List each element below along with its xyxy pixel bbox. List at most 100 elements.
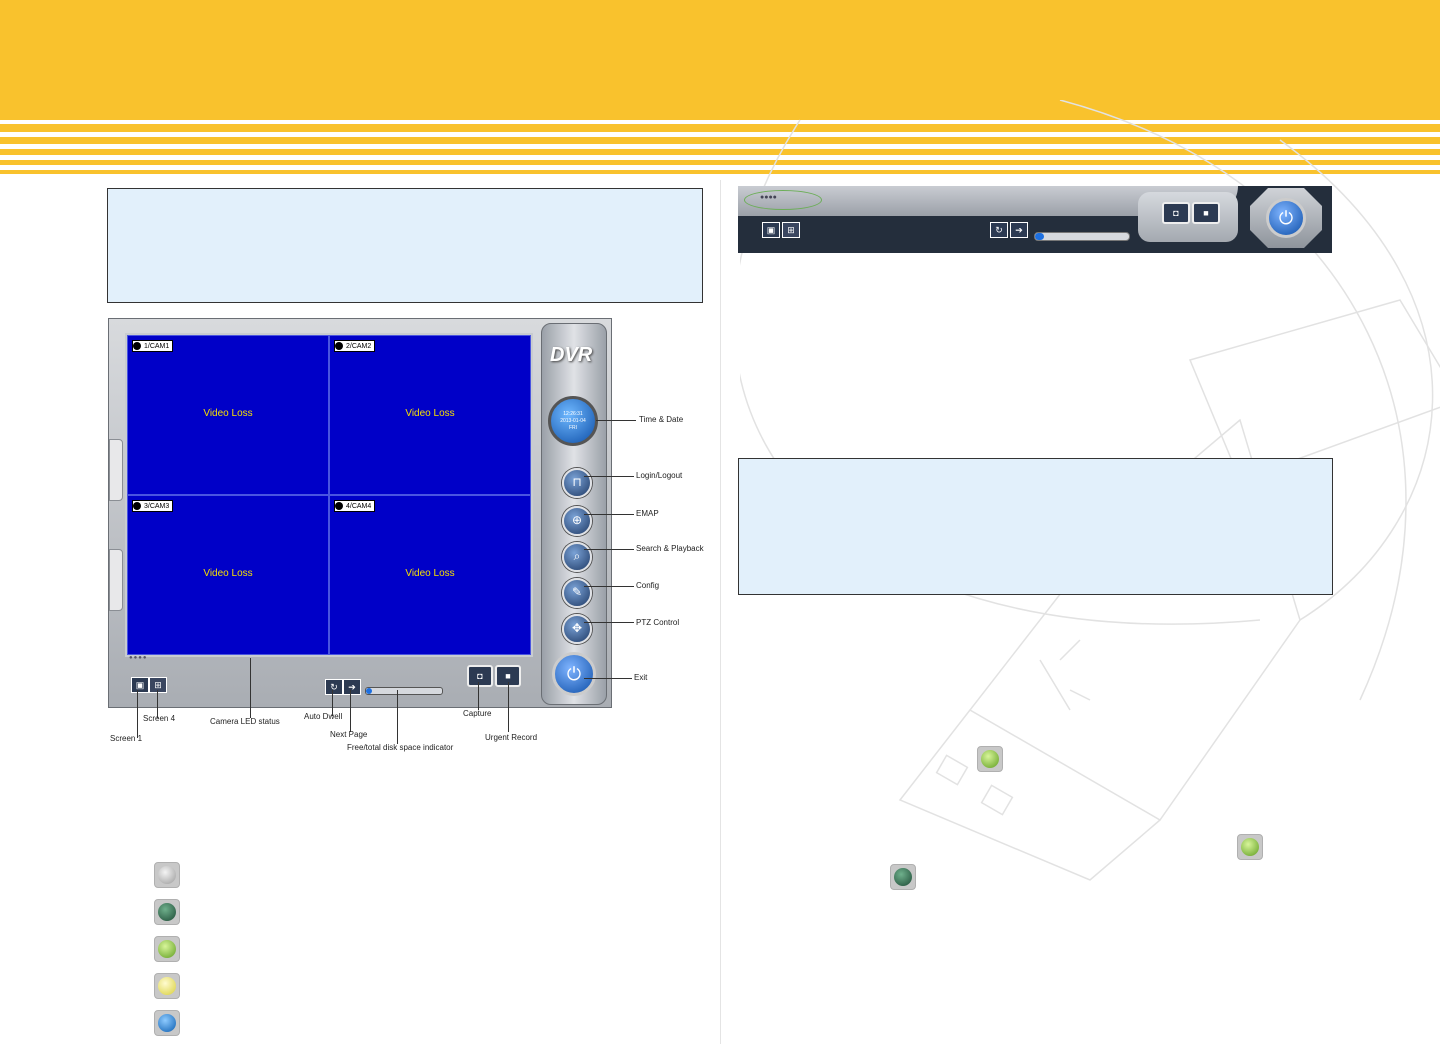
led-green-icon <box>977 746 1003 772</box>
led-yellow-icon <box>154 973 180 999</box>
led-gray-icon <box>154 862 180 888</box>
exit-button[interactable]: ⏻ <box>1266 198 1306 238</box>
callout-line <box>584 549 634 550</box>
exit-button[interactable]: ⏻ <box>552 652 596 696</box>
led-blue-icon <box>154 1010 180 1036</box>
callout-config: Config <box>636 581 660 590</box>
camera-label: 1/CAM1 <box>132 340 174 352</box>
lock-icon: ⊓ <box>572 475 582 489</box>
callout-camera-led-status: Camera LED status <box>210 717 280 726</box>
camera-icon: ◘ <box>477 671 483 681</box>
note-box <box>107 188 703 303</box>
map-icon: ⊕ <box>571 513 583 527</box>
dvr-bottom-bar-crop: ●●●● ▣ ⊞ ↻ ➔ ◘ ■ ⏻ <box>738 186 1332 253</box>
wrench-icon: ✎ <box>571 585 583 599</box>
quad-screen-icon: ⊞ <box>787 225 795 235</box>
camera-led-status: ●●●● <box>129 655 148 661</box>
power-icon: ⏻ <box>566 664 582 684</box>
camera-label: 3/CAM3 <box>132 500 174 512</box>
camera-icon: ◘ <box>1173 208 1179 218</box>
callout-disk-indicator: Free/total disk space indicator <box>347 743 454 752</box>
callout-time-date: Time & Date <box>639 415 684 424</box>
auto-dwell-button[interactable]: ↻ <box>990 222 1008 238</box>
led-highlight-ellipse <box>744 190 822 210</box>
callout-ptz-control: PTZ Control <box>636 618 680 627</box>
led-dark-green-icon <box>154 899 180 925</box>
disk-space-fill <box>1035 233 1045 240</box>
record-dot-icon <box>335 342 343 350</box>
urgent-record-button[interactable]: ■ <box>1192 202 1220 224</box>
next-page-button[interactable]: ➔ <box>1010 222 1028 238</box>
callout-line <box>137 690 138 738</box>
record-icon: ■ <box>1203 208 1209 218</box>
callout-line <box>596 420 636 421</box>
camera-tile-1[interactable]: 1/CAM1 Video Loss <box>127 335 329 495</box>
dvr-window: 1/CAM1 Video Loss 2/CAM2 Video Loss 3/CA… <box>108 318 612 708</box>
camera-tile-2[interactable]: 2/CAM2 Video Loss <box>329 335 531 495</box>
callout-line <box>250 658 251 718</box>
ptz-icon: ✥ <box>571 621 583 635</box>
record-dot-icon <box>133 342 141 350</box>
callout-line <box>350 690 351 732</box>
callout-screen4: Screen 4 <box>143 714 176 723</box>
callout-next-page: Next Page <box>330 730 368 739</box>
side-tab[interactable] <box>109 439 123 501</box>
side-tab[interactable] <box>109 549 123 611</box>
refresh-icon: ↻ <box>995 225 1003 235</box>
video-loss-text: Video Loss <box>203 568 253 579</box>
disk-space-indicator <box>365 687 443 695</box>
camera-label: 4/CAM4 <box>334 500 376 512</box>
auto-dwell-button[interactable]: ↻ <box>325 679 343 695</box>
callout-line <box>397 690 398 744</box>
screen1-button[interactable]: ▣ <box>762 222 780 238</box>
callout-line <box>508 682 509 732</box>
screen4-button[interactable]: ⊞ <box>782 222 800 238</box>
disk-space-fill <box>366 688 373 694</box>
callout-urgent-record: Urgent Record <box>485 733 538 742</box>
time-date-display: 12:26:31 2013-01-04 FRI <box>548 396 598 446</box>
video-loss-text: Video Loss <box>405 408 455 419</box>
callout-emap: EMAP <box>636 509 659 518</box>
camera-label: 2/CAM2 <box>334 340 376 352</box>
screen4-button[interactable]: ⊞ <box>149 677 167 693</box>
power-icon: ⏻ <box>1278 208 1294 228</box>
config-button[interactable]: ✎ <box>562 578 592 608</box>
record-dot-icon <box>133 502 141 510</box>
callout-line <box>584 476 634 477</box>
video-loss-text: Video Loss <box>203 408 253 419</box>
login-logout-button[interactable]: ⊓ <box>562 468 592 498</box>
callout-exit: Exit <box>634 673 648 682</box>
callout-line <box>584 622 634 623</box>
single-screen-icon: ▣ <box>766 225 776 235</box>
callout-line <box>584 678 632 679</box>
callout-capture: Capture <box>463 709 492 718</box>
record-dot-icon <box>335 502 343 510</box>
camera-tile-4[interactable]: 4/CAM4 Video Loss <box>329 495 531 655</box>
video-grid: 1/CAM1 Video Loss 2/CAM2 Video Loss 3/CA… <box>125 333 533 657</box>
callout-line <box>584 586 634 587</box>
quad-screen-icon: ⊞ <box>154 680 162 690</box>
callout-line <box>478 682 479 710</box>
single-screen-icon: ▣ <box>135 680 145 690</box>
capture-button[interactable]: ◘ <box>467 665 493 687</box>
callout-screen1: Screen 1 <box>110 734 143 743</box>
callout-login-logout: Login/Logout <box>636 471 683 480</box>
record-icon: ■ <box>505 671 511 681</box>
camera-led-status: ●●●● <box>760 194 777 201</box>
led-green-icon <box>154 936 180 962</box>
arrow-right-icon: ➔ <box>1015 225 1023 235</box>
column-divider <box>720 180 721 1044</box>
next-page-button[interactable]: ➔ <box>343 679 361 695</box>
search-playback-button[interactable]: ⌕ <box>562 542 592 572</box>
emap-button[interactable]: ⊕ <box>562 506 592 536</box>
led-green-icon <box>1237 834 1263 860</box>
note-box <box>738 458 1333 595</box>
capture-button[interactable]: ◘ <box>1162 202 1190 224</box>
disk-space-indicator <box>1034 232 1130 241</box>
screen1-button[interactable]: ▣ <box>131 677 149 693</box>
camera-tile-3[interactable]: 3/CAM3 Video Loss <box>127 495 329 655</box>
callout-search-playback: Search & Playback <box>636 544 704 553</box>
ptz-control-button[interactable]: ✥ <box>562 614 592 644</box>
led-dark-green-icon <box>890 864 916 890</box>
dvr-logo: DVR <box>550 344 593 366</box>
